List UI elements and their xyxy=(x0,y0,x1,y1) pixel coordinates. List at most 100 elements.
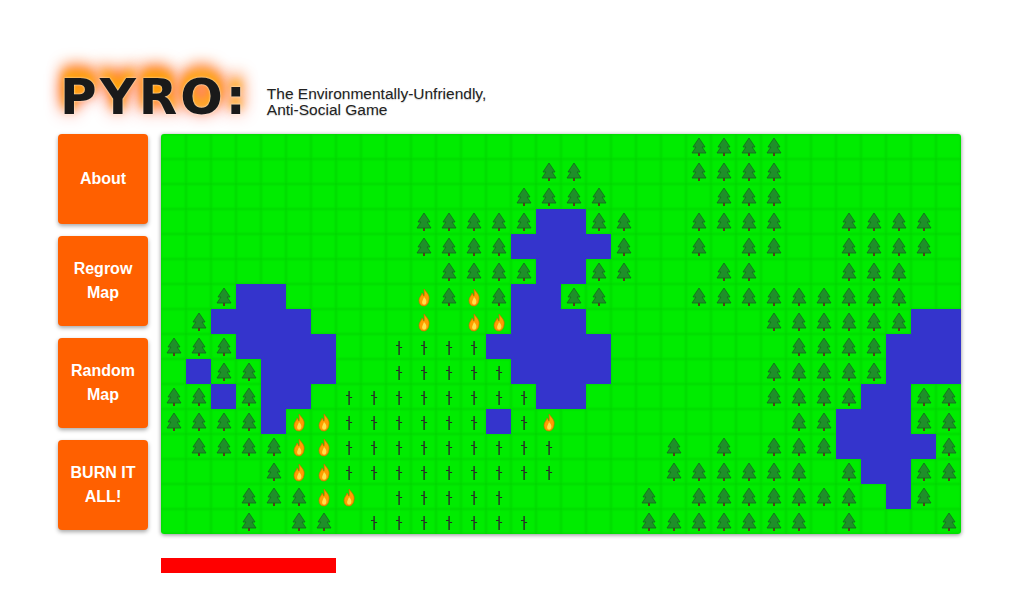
map-tile[interactable] xyxy=(411,284,436,309)
map-tile[interactable] xyxy=(861,359,886,384)
map-tile[interactable] xyxy=(286,134,311,159)
map-tile[interactable] xyxy=(736,409,761,434)
map-tile[interactable] xyxy=(486,259,511,284)
map-tile[interactable] xyxy=(411,234,436,259)
map-tile[interactable] xyxy=(761,409,786,434)
map-tile[interactable] xyxy=(786,459,811,484)
map-tile[interactable] xyxy=(561,209,586,234)
map-tile[interactable] xyxy=(611,334,636,359)
map-tile[interactable] xyxy=(861,234,886,259)
map-tile[interactable] xyxy=(486,209,511,234)
map-tile[interactable] xyxy=(561,184,586,209)
map-tile[interactable] xyxy=(461,234,486,259)
map-tile[interactable] xyxy=(786,484,811,509)
map-tile[interactable] xyxy=(286,434,311,459)
map-tile[interactable] xyxy=(486,409,511,434)
map-tile[interactable] xyxy=(761,284,786,309)
map-tile[interactable] xyxy=(511,184,536,209)
map-tile[interactable] xyxy=(411,509,436,534)
map-tile[interactable] xyxy=(811,159,836,184)
map-tile[interactable] xyxy=(161,309,186,334)
map-tile[interactable] xyxy=(661,134,686,159)
map-tile[interactable] xyxy=(286,509,311,534)
map-tile[interactable] xyxy=(886,134,911,159)
map-tile[interactable] xyxy=(611,259,636,284)
map-tile[interactable] xyxy=(811,259,836,284)
map-tile[interactable] xyxy=(361,409,386,434)
map-tile[interactable] xyxy=(886,184,911,209)
map-tile[interactable] xyxy=(286,234,311,259)
map-tile[interactable] xyxy=(936,159,961,184)
map-tile[interactable] xyxy=(361,259,386,284)
map-tile[interactable] xyxy=(561,409,586,434)
map-tile[interactable] xyxy=(511,359,536,384)
map-tile[interactable] xyxy=(461,309,486,334)
map-tile[interactable] xyxy=(386,334,411,359)
map-tile[interactable] xyxy=(886,509,911,534)
map-tile[interactable] xyxy=(461,484,486,509)
map-tile[interactable] xyxy=(261,284,286,309)
map-tile[interactable] xyxy=(261,334,286,359)
map-tile[interactable] xyxy=(161,134,186,159)
map-tile[interactable] xyxy=(911,459,936,484)
map-tile[interactable] xyxy=(836,184,861,209)
map-tile[interactable] xyxy=(936,209,961,234)
map-tile[interactable] xyxy=(236,284,261,309)
map-tile[interactable] xyxy=(461,359,486,384)
map-tile[interactable] xyxy=(361,359,386,384)
map-tile[interactable] xyxy=(886,384,911,409)
map-tile[interactable] xyxy=(711,334,736,359)
map-tile[interactable] xyxy=(736,259,761,284)
menu-button[interactable]: Regrow Map xyxy=(58,236,148,326)
map-tile[interactable] xyxy=(786,509,811,534)
map-tile[interactable] xyxy=(686,509,711,534)
map-tile[interactable] xyxy=(411,434,436,459)
map-tile[interactable] xyxy=(586,159,611,184)
map-tile[interactable] xyxy=(411,309,436,334)
map-tile[interactable] xyxy=(911,334,936,359)
map-tile[interactable] xyxy=(386,159,411,184)
map-tile[interactable] xyxy=(636,509,661,534)
map-tile[interactable] xyxy=(761,359,786,384)
map-tile[interactable] xyxy=(636,409,661,434)
map-tile[interactable] xyxy=(511,509,536,534)
map-tile[interactable] xyxy=(236,409,261,434)
map-tile[interactable] xyxy=(261,259,286,284)
map-tile[interactable] xyxy=(711,509,736,534)
map-tile[interactable] xyxy=(911,134,936,159)
map-tile[interactable] xyxy=(911,259,936,284)
map-tile[interactable] xyxy=(261,134,286,159)
map-tile[interactable] xyxy=(786,334,811,359)
map-tile[interactable] xyxy=(836,384,861,409)
map-tile[interactable] xyxy=(361,434,386,459)
map-tile[interactable] xyxy=(211,159,236,184)
map-tile[interactable] xyxy=(711,359,736,384)
map-tile[interactable] xyxy=(786,234,811,259)
map-tile[interactable] xyxy=(661,484,686,509)
map-tile[interactable] xyxy=(161,509,186,534)
map-tile[interactable] xyxy=(886,259,911,284)
map-tile[interactable] xyxy=(811,459,836,484)
map-tile[interactable] xyxy=(736,209,761,234)
map-tile[interactable] xyxy=(811,234,836,259)
map-tile[interactable] xyxy=(411,209,436,234)
map-tile[interactable] xyxy=(336,234,361,259)
map-tile[interactable] xyxy=(311,159,336,184)
map-tile[interactable] xyxy=(261,234,286,259)
map-tile[interactable] xyxy=(236,259,261,284)
map-tile[interactable] xyxy=(161,434,186,459)
map-tile[interactable] xyxy=(936,484,961,509)
map-tile[interactable] xyxy=(636,334,661,359)
map-tile[interactable] xyxy=(686,384,711,409)
map-tile[interactable] xyxy=(736,309,761,334)
map-tile[interactable] xyxy=(361,309,386,334)
map-tile[interactable] xyxy=(636,359,661,384)
map-tile[interactable] xyxy=(186,309,211,334)
map-tile[interactable] xyxy=(561,334,586,359)
map-tile[interactable] xyxy=(536,509,561,534)
map-tile[interactable] xyxy=(286,459,311,484)
map-tile[interactable] xyxy=(761,184,786,209)
map-tile[interactable] xyxy=(836,459,861,484)
map-tile[interactable] xyxy=(861,334,886,359)
map-tile[interactable] xyxy=(686,134,711,159)
